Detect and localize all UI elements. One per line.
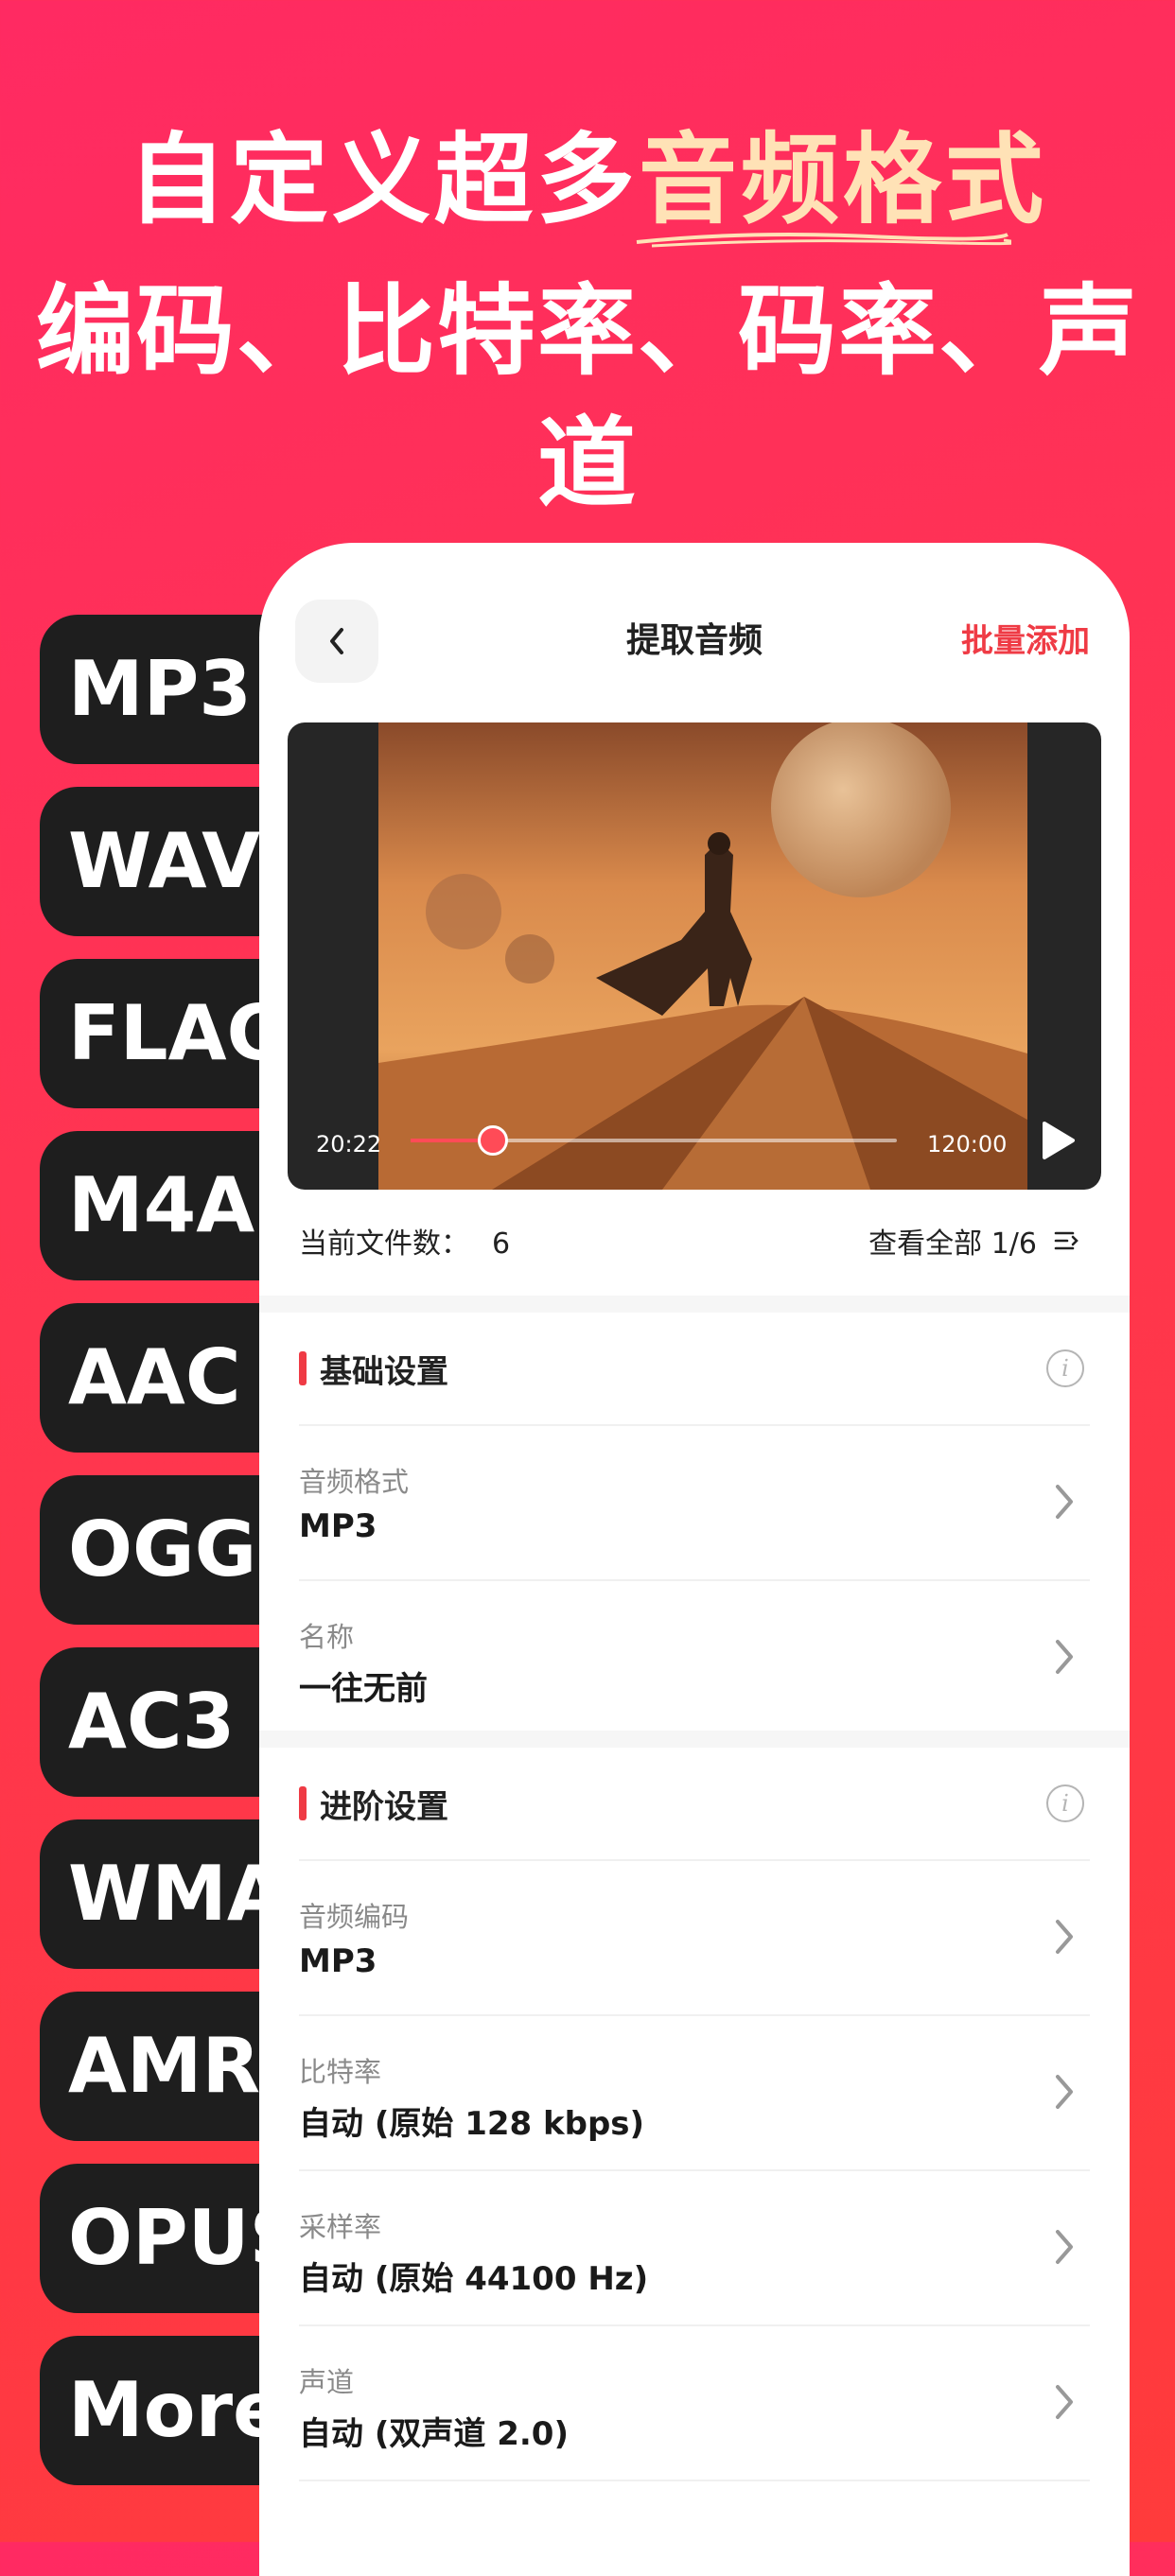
- hero-line-1-prefix: 自定义超多: [127, 122, 639, 237]
- section-divider: [259, 1731, 1130, 1748]
- section-header: 进阶设置 i: [299, 1748, 1090, 1861]
- video-thumbnail: [378, 722, 1027, 1190]
- chevron-right-icon: [1056, 2075, 1073, 2109]
- accent-bar: [299, 1786, 307, 1820]
- file-count-label: 当前文件数：: [299, 1227, 469, 1261]
- info-icon[interactable]: i: [1046, 1349, 1084, 1387]
- section-title: 进阶设置: [320, 1787, 448, 1826]
- section-header: 基础设置 i: [299, 1313, 1090, 1426]
- phone-screen: 提取音频 批量添加 20:22 120:00 当前文件数： 6 查看全部 1/6…: [259, 543, 1130, 2576]
- chevron-right-icon: [1056, 2230, 1073, 2264]
- play-icon[interactable]: [1033, 1118, 1079, 1163]
- setting-value: 自动 (双声道 2.0): [299, 2415, 569, 2453]
- hero-headline: 自定义超多音频格式 编码、比特率、码率、声道: [0, 113, 1175, 530]
- setting-value: 自动 (原始 44100 Hz): [299, 2260, 649, 2298]
- hero-line-2: 编码、比特率、码率、声道: [35, 273, 1139, 521]
- info-icon[interactable]: i: [1046, 1784, 1084, 1822]
- setting-row-sample-rate[interactable]: 采样率 自动 (原始 44100 Hz): [299, 2171, 1090, 2326]
- chevron-right-icon: [1056, 2385, 1073, 2419]
- batch-add-button[interactable]: 批量添加: [961, 600, 1090, 683]
- advanced-settings-section: 进阶设置 i 音频编码 MP3 比特率 自动 (原始 128 kbps) 采样率…: [299, 1748, 1090, 2481]
- setting-label: 采样率: [299, 2211, 382, 2243]
- current-time: 20:22: [316, 1131, 382, 1157]
- setting-value: MP3: [299, 1942, 377, 1980]
- setting-label: 比特率: [299, 2056, 382, 2088]
- seek-bar[interactable]: [411, 1125, 897, 1156]
- hero-highlight: 音频格式: [636, 113, 1048, 248]
- chevron-left-icon: [330, 628, 343, 654]
- chevron-right-icon: [1056, 1920, 1073, 1954]
- list-sort-icon: [1054, 1231, 1079, 1250]
- setting-label: 音频格式: [299, 1466, 410, 1498]
- chevron-right-icon: [1056, 1485, 1073, 1519]
- setting-value: 一往无前: [299, 1670, 428, 1708]
- accent-bar: [299, 1351, 307, 1385]
- setting-value: 自动 (原始 128 kbps): [299, 2105, 645, 2143]
- file-count-value: 6: [492, 1227, 511, 1261]
- top-bar: 提取音频 批量添加: [259, 600, 1130, 685]
- basic-settings-section: 基础设置 i 音频格式 MP3 名称 一往无前: [299, 1313, 1090, 1734]
- hero-highlight-text: 音频格式: [639, 122, 1048, 237]
- setting-row-channel[interactable]: 声道 自动 (双声道 2.0): [299, 2326, 1090, 2481]
- section-title: 基础设置: [320, 1352, 448, 1391]
- total-time: 120:00: [927, 1131, 1008, 1157]
- back-button[interactable]: [295, 600, 378, 683]
- view-all-button[interactable]: 查看全部 1/6: [868, 1220, 1080, 1262]
- setting-label: 声道: [299, 2366, 355, 2398]
- section-divider: [259, 1296, 1130, 1313]
- hero-line-1: 自定义超多音频格式: [0, 113, 1175, 248]
- view-all-label: 查看全部 1/6: [868, 1227, 1037, 1261]
- file-count: 当前文件数： 6: [299, 1220, 510, 1262]
- highlight-underline: [636, 233, 1011, 248]
- setting-label: 名称: [299, 1621, 355, 1653]
- setting-label: 音频编码: [299, 1901, 410, 1933]
- chevron-right-icon: [1056, 1640, 1073, 1674]
- setting-row-audio-codec[interactable]: 音频编码 MP3: [299, 1861, 1090, 2016]
- setting-value: MP3: [299, 1507, 377, 1545]
- video-player[interactable]: 20:22 120:00: [288, 722, 1101, 1190]
- setting-row-name[interactable]: 名称 一往无前: [299, 1581, 1090, 1734]
- setting-row-audio-format[interactable]: 音频格式 MP3: [299, 1426, 1090, 1581]
- setting-row-bitrate[interactable]: 比特率 自动 (原始 128 kbps): [299, 2016, 1090, 2171]
